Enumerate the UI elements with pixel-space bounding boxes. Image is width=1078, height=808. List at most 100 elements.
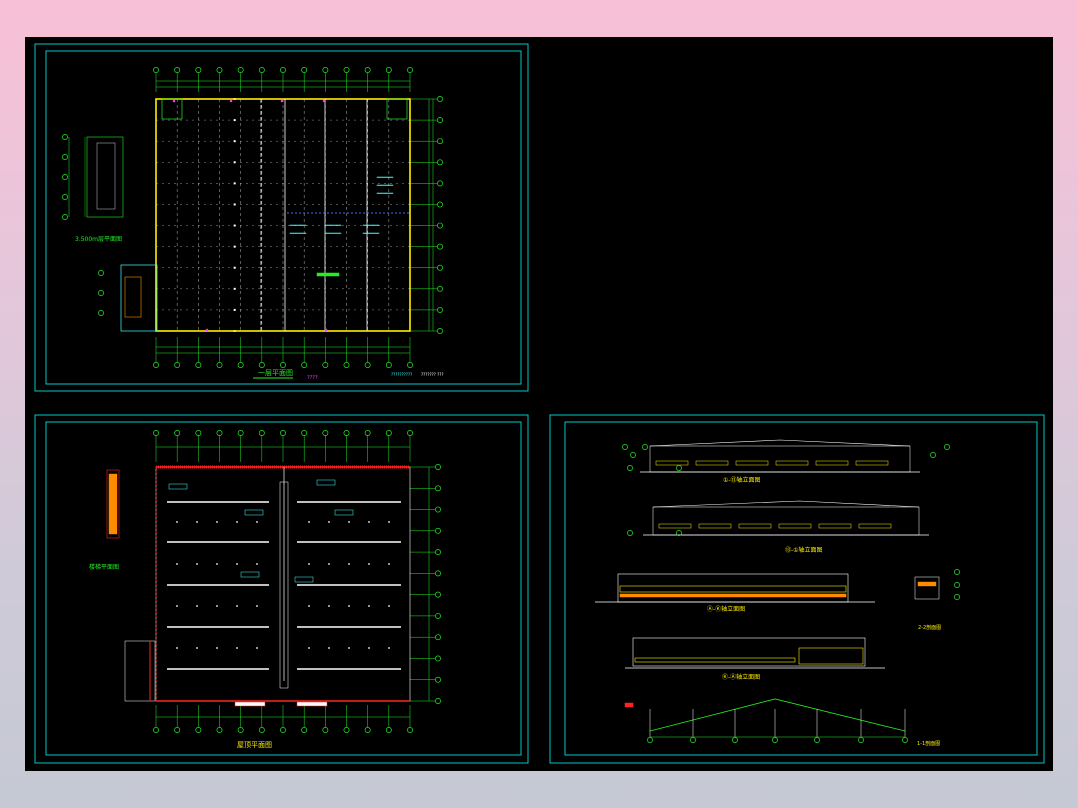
roof-vent [216,647,218,649]
axis-bubble-top [364,430,371,436]
axis-bubble-bottom [195,362,202,368]
elevation-2-window-band [778,523,812,529]
roof-plan-title: 屋顶平面图 [237,741,272,749]
roof-vent [368,647,370,649]
axis-bubble-bottom [322,727,329,733]
roof-vent [176,521,178,523]
elevation-1-window-band [735,460,769,466]
roof-vent [176,605,178,607]
roof-vent [328,605,330,607]
roof-vent [256,563,258,565]
axis-bubble-bottom [174,727,181,733]
axis-bubble-right [437,117,443,124]
mezzanine-axis-bubble [62,154,68,160]
elevation-1-window-band [855,460,889,466]
section-axis-bubble [647,737,653,743]
roof-vent [256,521,258,523]
room-label-bar [376,184,394,186]
elevation-2-window-band [658,523,692,529]
corner-room [386,98,408,120]
axis-bubble-bottom [195,727,202,733]
axis-bubble-right [437,180,443,187]
sheet-elevations-outer-frame [549,414,1045,764]
floor1-note-right: ??????? ??? [421,372,444,377]
cad-viewport[interactable]: 一层平面图 ???? ?????????? ??????? ??? 3.500m… [25,37,1053,771]
roof-vent [308,521,310,523]
floor1-note-cyan: ?????????? [391,372,412,377]
section-2-title: 2-2剖面图 [918,624,941,631]
gutter-outlet [234,701,266,707]
door-marker [172,99,176,103]
axis-bubble-bottom [322,362,329,368]
axis-bubble-top [385,67,392,73]
roof-vent [388,647,390,649]
column-mark [233,287,236,290]
axis-bubble-right [437,222,443,229]
axis-bubble-bottom [407,727,413,733]
axis-bubble-bottom [216,727,223,733]
axis-bubble-top [216,430,223,436]
elevations-sheet [595,439,960,743]
axis-bubble-top [237,430,244,436]
roof-vent [216,605,218,607]
elevation-1-window-band [655,460,689,466]
axis-bubble-right [437,159,443,166]
elevation-2-window-band [738,523,772,529]
room-label-bar [289,224,307,226]
elevation-2-window-band [818,523,852,529]
column-mark [233,266,236,269]
axis-bubble-top [407,67,413,73]
axis-bubble-right [437,285,443,292]
roof-vent [348,605,350,607]
axis-bubble-top [364,67,371,73]
roof-vent [308,647,310,649]
roof-vent [348,521,350,523]
roof-vent [328,563,330,565]
sheet-frames [34,43,1045,764]
roof-vent [388,563,390,565]
mezzanine-axis-bubble [62,174,68,180]
elevation-2-roof [652,500,920,508]
floor1-area-tag: ???? [307,375,318,381]
axis-bubble-top [322,67,329,73]
axis-bubble-bottom [258,727,265,733]
axis-bubble-bottom [280,727,286,733]
elevation-2-title: ⑬-①轴立面图 [785,546,823,554]
roof-vent [196,563,198,565]
roof-note-box [334,509,354,516]
roof-vent [348,563,350,565]
cad-drawing[interactable]: 一层平面图 ???? ?????????? ??????? ??? 3.500m… [25,37,1053,771]
stair-annex-inner [124,276,142,318]
roof-note-box [168,483,188,490]
axis-bubble-top [322,430,329,436]
axis-bubble-top [237,67,244,73]
axis-bubble-bottom [153,727,159,733]
axis-bubble-right [435,655,441,662]
roof-vent [216,563,218,565]
axis-bubble-top [385,430,392,436]
roof-note-box [240,571,260,578]
elevation-1-title: ①-⑬轴立面图 [723,476,761,484]
axis-bubble-bottom [301,727,308,733]
room-label-bar [376,176,394,178]
equipment-block [316,272,340,277]
roof-vent [308,563,310,565]
axis-bubble-right [435,698,441,704]
axis-bubble-bottom [364,727,371,733]
section-axis-bubble [690,737,696,743]
sheet-roof-inner-frame [45,421,522,756]
mezzanine-axis-bubble [62,194,68,200]
floor1-plan [62,67,443,368]
door-marker [229,99,233,103]
elevation-3-plinth [619,593,847,598]
axis-bubble-bottom [216,362,223,368]
section-2-bubble [954,594,960,600]
axis-bubble-top [301,430,308,436]
section-elev-tag [624,702,634,708]
stair-plan-title: 楼梯平面图 [89,563,119,571]
axis-bubble-top [195,67,202,73]
section-axis-bubble [732,737,738,743]
column-mark [233,308,236,311]
axis-bubble-top [216,67,223,73]
roof-vent [348,647,350,649]
